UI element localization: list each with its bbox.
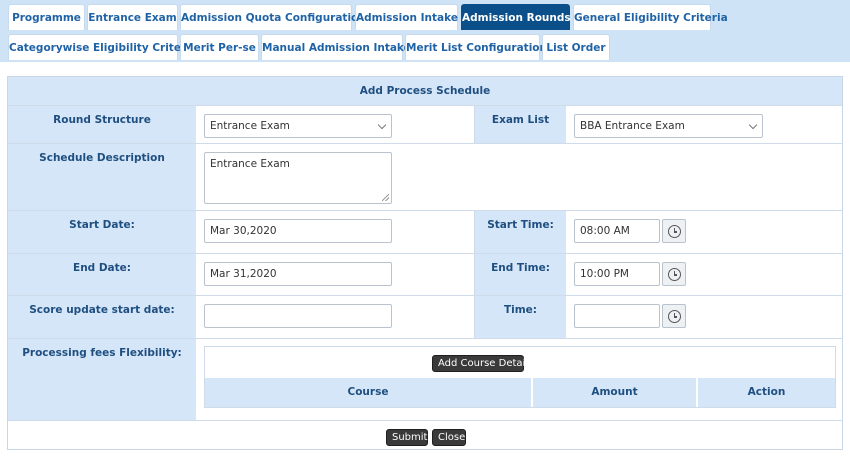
form-actions: Submit Close bbox=[8, 420, 842, 451]
clock-icon bbox=[668, 225, 681, 238]
course-details-table: Add Course Details Course Amount Action bbox=[204, 346, 836, 408]
row-start-date: Start Date: Mar 30,2020 Start Time: 08:0… bbox=[8, 210, 842, 253]
tab-list-order[interactable]: List Order bbox=[542, 34, 610, 60]
score-time-input[interactable] bbox=[574, 304, 660, 328]
column-header-action: Action bbox=[697, 378, 835, 407]
clock-icon bbox=[668, 268, 681, 281]
tab-bar: Programme Entrance Exam Admission Quota … bbox=[0, 0, 850, 62]
add-course-details-button[interactable]: Add Course Details bbox=[432, 355, 533, 372]
score-update-start-date-label: Score update start date: bbox=[8, 296, 196, 338]
score-time-clock-button[interactable] bbox=[662, 304, 686, 328]
end-date-input[interactable]: Mar 31,2020 bbox=[204, 262, 392, 286]
start-date-input[interactable]: Mar 30,2020 bbox=[204, 219, 392, 243]
resize-grip-icon[interactable] bbox=[382, 194, 389, 201]
start-time-label: Start Time: bbox=[474, 211, 566, 253]
tab-categorywise-eligibility-criteria[interactable]: Categorywise Eligibility Criteria bbox=[8, 34, 197, 60]
round-structure-select[interactable]: Entrance Exam bbox=[204, 114, 392, 138]
score-update-start-date-input[interactable] bbox=[204, 304, 392, 328]
exam-list-label: Exam List bbox=[474, 106, 566, 143]
start-time-clock-button[interactable] bbox=[662, 219, 686, 243]
panel-title: Add Process Schedule bbox=[8, 77, 842, 105]
column-header-course: Course bbox=[205, 378, 531, 407]
exam-list-value: BBA Entrance Exam bbox=[580, 120, 685, 132]
process-schedule-panel: Add Process Schedule Round Structure Ent… bbox=[7, 76, 843, 450]
tab-manual-admission-intake[interactable]: Manual Admission Intake bbox=[261, 34, 411, 60]
schedule-description-label: Schedule Description bbox=[8, 144, 196, 210]
tab-merit-list-configuration[interactable]: Merit List Configuration bbox=[405, 34, 547, 60]
chevron-down-icon bbox=[377, 120, 387, 130]
tab-merit-per-se[interactable]: Merit Per-se bbox=[180, 34, 259, 60]
close-button[interactable]: Close bbox=[432, 429, 466, 446]
score-time-label: Time: bbox=[474, 296, 566, 338]
row-schedule-description: Schedule Description Entrance Exam bbox=[8, 143, 842, 210]
exam-list-select[interactable]: BBA Entrance Exam bbox=[574, 114, 763, 138]
tab-programme[interactable]: Programme bbox=[8, 4, 85, 30]
tab-general-eligibility-criteria[interactable]: General Eligibility Criteria bbox=[573, 4, 728, 30]
start-time-input[interactable]: 08:00 AM bbox=[574, 219, 660, 243]
tab-admission-quota-configuration[interactable]: Admission Quota Configuration bbox=[180, 4, 366, 30]
row-end-date: End Date: Mar 31,2020 End Time: 10:00 PM bbox=[8, 253, 842, 295]
start-date-label: Start Date: bbox=[8, 211, 196, 253]
schedule-description-value: Entrance Exam bbox=[210, 158, 290, 170]
processing-fees-label: Processing fees Flexibility: bbox=[8, 339, 196, 420]
submit-button[interactable]: Submit bbox=[386, 429, 428, 446]
round-structure-value: Entrance Exam bbox=[210, 120, 290, 132]
end-time-label: End Time: bbox=[474, 254, 566, 295]
tab-entrance-exam[interactable]: Entrance Exam bbox=[87, 4, 178, 30]
end-time-input[interactable]: 10:00 PM bbox=[574, 262, 660, 286]
tab-admission-intake[interactable]: Admission Intake bbox=[355, 4, 458, 30]
tab-admission-rounds[interactable]: Admission Rounds bbox=[461, 4, 571, 30]
round-structure-label: Round Structure bbox=[8, 106, 196, 143]
schedule-description-textarea[interactable]: Entrance Exam bbox=[204, 152, 392, 204]
column-header-amount: Amount bbox=[532, 378, 696, 407]
row-score-update: Score update start date: Time: bbox=[8, 295, 842, 338]
end-time-clock-button[interactable] bbox=[662, 262, 686, 286]
row-round-structure: Round Structure Entrance Exam Exam List … bbox=[8, 105, 842, 143]
end-date-label: End Date: bbox=[8, 254, 196, 295]
chevron-down-icon bbox=[748, 120, 758, 130]
clock-icon bbox=[668, 310, 681, 323]
